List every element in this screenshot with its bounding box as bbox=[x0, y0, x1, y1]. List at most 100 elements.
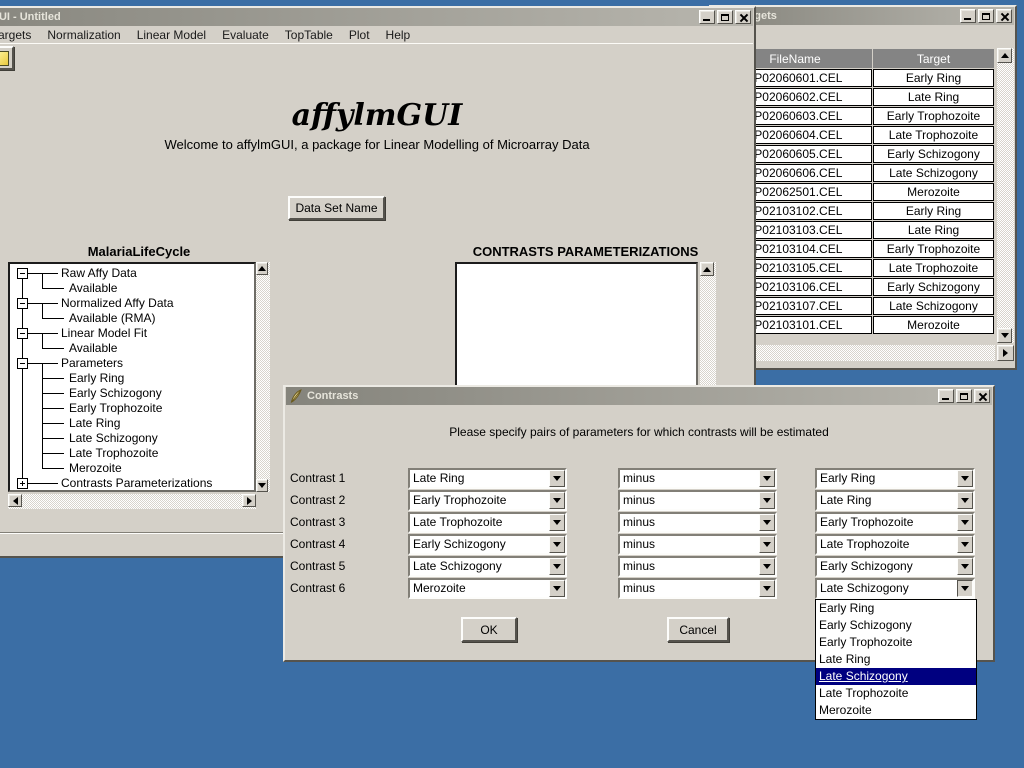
maximize-button[interactable] bbox=[978, 9, 994, 23]
tree-item-label[interactable]: Merozoite bbox=[69, 461, 122, 475]
contrast3-right-dropdown[interactable]: Early Trophozoite bbox=[815, 512, 975, 533]
scroll-right-button[interactable] bbox=[242, 494, 256, 507]
maximize-button[interactable] bbox=[956, 389, 972, 403]
chevron-down-icon[interactable] bbox=[549, 558, 565, 575]
chevron-down-icon[interactable] bbox=[549, 470, 565, 487]
data-set-name-button[interactable]: Data Set Name bbox=[288, 196, 385, 220]
contrast4-left-dropdown[interactable]: Early Schizogony bbox=[408, 534, 567, 555]
cancel-button[interactable]: Cancel bbox=[667, 617, 729, 642]
cell-target[interactable]: Merozoite bbox=[873, 316, 994, 334]
chevron-down-icon[interactable] bbox=[549, 492, 565, 509]
contrast5-operator-dropdown[interactable]: minus bbox=[618, 556, 777, 577]
dropdown-option[interactable]: Late Trophozoite bbox=[816, 685, 976, 702]
contrast4-operator-dropdown[interactable]: minus bbox=[618, 534, 777, 555]
cell-target[interactable]: Late Trophozoite bbox=[873, 259, 994, 277]
contrast3-operator-dropdown[interactable]: minus bbox=[618, 512, 777, 533]
vertical-scrollbar[interactable] bbox=[997, 48, 1014, 343]
tree-item-label[interactable]: Early Schizogony bbox=[69, 386, 162, 400]
tree-item-label[interactable]: Late Ring bbox=[69, 416, 120, 430]
cell-target[interactable]: Late Ring bbox=[873, 88, 994, 106]
cell-target[interactable]: Early Schizogony bbox=[873, 145, 994, 163]
vertical-scrollbar[interactable] bbox=[256, 262, 270, 492]
cell-target[interactable]: Late Schizogony bbox=[873, 297, 994, 315]
cell-target[interactable]: Late Schizogony bbox=[873, 164, 994, 182]
chevron-down-icon[interactable] bbox=[549, 514, 565, 531]
tree-item-label[interactable]: Contrasts Parameterizations bbox=[61, 476, 212, 490]
scroll-down-button[interactable] bbox=[997, 328, 1012, 343]
dropdown-option[interactable]: Merozoite bbox=[816, 702, 976, 719]
contrast6-right-dropdown[interactable]: Late Schizogony bbox=[815, 578, 975, 599]
contrast2-right-dropdown[interactable]: Late Ring bbox=[815, 490, 975, 511]
chevron-down-icon[interactable] bbox=[957, 536, 973, 553]
contrast1-right-dropdown[interactable]: Early Ring bbox=[815, 468, 975, 489]
minimize-button[interactable] bbox=[938, 389, 954, 403]
tree-expand-icon[interactable] bbox=[17, 478, 28, 489]
minimize-button[interactable] bbox=[960, 9, 976, 23]
tree-item-label[interactable]: Parameters bbox=[61, 356, 123, 370]
contrast2-left-dropdown[interactable]: Early Trophozoite bbox=[408, 490, 567, 511]
contrast1-operator-dropdown[interactable]: minus bbox=[618, 468, 777, 489]
cell-target[interactable]: Early Schizogony bbox=[873, 278, 994, 296]
ok-button[interactable]: OK bbox=[461, 617, 517, 642]
scroll-left-button[interactable] bbox=[8, 494, 22, 507]
contrast1-left-dropdown[interactable]: Late Ring bbox=[408, 468, 567, 489]
contrast3-left-dropdown[interactable]: Late Trophozoite bbox=[408, 512, 567, 533]
close-button[interactable] bbox=[996, 9, 1012, 23]
tree-item-label[interactable]: Late Schizogony bbox=[69, 431, 158, 445]
tree-item-label[interactable]: Normalized Affy Data bbox=[61, 296, 174, 310]
tree-item-label[interactable]: Available bbox=[69, 281, 117, 295]
horizontal-scrollbar[interactable] bbox=[8, 494, 256, 509]
horizontal-scrollbar[interactable] bbox=[717, 345, 995, 361]
toolbar-button[interactable] bbox=[0, 46, 14, 70]
contrasts-titlebar[interactable]: Contrasts bbox=[286, 387, 992, 405]
tree-item-label[interactable]: Available bbox=[69, 341, 117, 355]
contrast6-operator-dropdown[interactable]: minus bbox=[618, 578, 777, 599]
tree-collapse-icon[interactable] bbox=[17, 328, 28, 339]
cell-target[interactable]: Early Ring bbox=[873, 69, 994, 87]
cell-target[interactable]: Merozoite bbox=[873, 183, 994, 201]
menu-evaluate[interactable]: Evaluate bbox=[214, 27, 277, 43]
cell-target[interactable]: Late Trophozoite bbox=[873, 126, 994, 144]
chevron-down-icon[interactable] bbox=[957, 558, 973, 575]
menu-toptable[interactable]: TopTable bbox=[277, 27, 341, 43]
chevron-down-icon[interactable] bbox=[957, 470, 973, 487]
dropdown-option-selected[interactable]: Late Schizogony bbox=[816, 668, 976, 685]
scroll-up-button[interactable] bbox=[256, 262, 268, 275]
tree-item-label[interactable]: Early Trophozoite bbox=[69, 401, 162, 415]
close-button[interactable] bbox=[974, 389, 990, 403]
scroll-right-button[interactable] bbox=[997, 345, 1014, 361]
menu-normalization[interactable]: Normalization bbox=[39, 27, 128, 43]
chevron-down-icon[interactable] bbox=[957, 492, 973, 509]
cell-target[interactable]: Early Trophozoite bbox=[873, 107, 994, 125]
tree-item-label[interactable]: Available (RMA) bbox=[69, 311, 155, 325]
tree-item-label[interactable]: Early Ring bbox=[69, 371, 124, 385]
menu-plot[interactable]: Plot bbox=[341, 27, 378, 43]
tree-collapse-icon[interactable] bbox=[17, 268, 28, 279]
chevron-down-icon[interactable] bbox=[759, 514, 775, 531]
cell-target[interactable]: Late Ring bbox=[873, 221, 994, 239]
chevron-down-icon[interactable] bbox=[759, 470, 775, 487]
tree-item-label[interactable]: Linear Model Fit bbox=[61, 326, 147, 340]
chevron-down-icon[interactable] bbox=[957, 514, 973, 531]
contrast4-right-dropdown[interactable]: Late Trophozoite bbox=[815, 534, 975, 555]
scroll-up-button[interactable] bbox=[997, 48, 1012, 63]
maximize-button[interactable] bbox=[717, 10, 733, 24]
cell-target[interactable]: Early Trophozoite bbox=[873, 240, 994, 258]
tree-collapse-icon[interactable] bbox=[17, 358, 28, 369]
dropdown-option[interactable]: Early Ring bbox=[816, 600, 976, 617]
chevron-down-icon[interactable] bbox=[759, 492, 775, 509]
menu-linear-model[interactable]: Linear Model bbox=[129, 27, 214, 43]
tree-item-label[interactable]: Late Trophozoite bbox=[69, 446, 158, 460]
tree-collapse-icon[interactable] bbox=[17, 298, 28, 309]
chevron-down-icon[interactable] bbox=[759, 580, 775, 597]
cell-target[interactable]: Early Ring bbox=[873, 202, 994, 220]
column-header-target[interactable]: Target bbox=[873, 49, 994, 68]
dropdown-option[interactable]: Late Ring bbox=[816, 651, 976, 668]
contrast5-right-dropdown[interactable]: Early Schizogony bbox=[815, 556, 975, 577]
chevron-down-icon[interactable] bbox=[549, 580, 565, 597]
dropdown-option[interactable]: Early Trophozoite bbox=[816, 634, 976, 651]
scroll-down-button[interactable] bbox=[256, 479, 268, 492]
chevron-down-icon[interactable] bbox=[957, 580, 973, 597]
chevron-down-icon[interactable] bbox=[759, 536, 775, 553]
contrast6-left-dropdown[interactable]: Merozoite bbox=[408, 578, 567, 599]
